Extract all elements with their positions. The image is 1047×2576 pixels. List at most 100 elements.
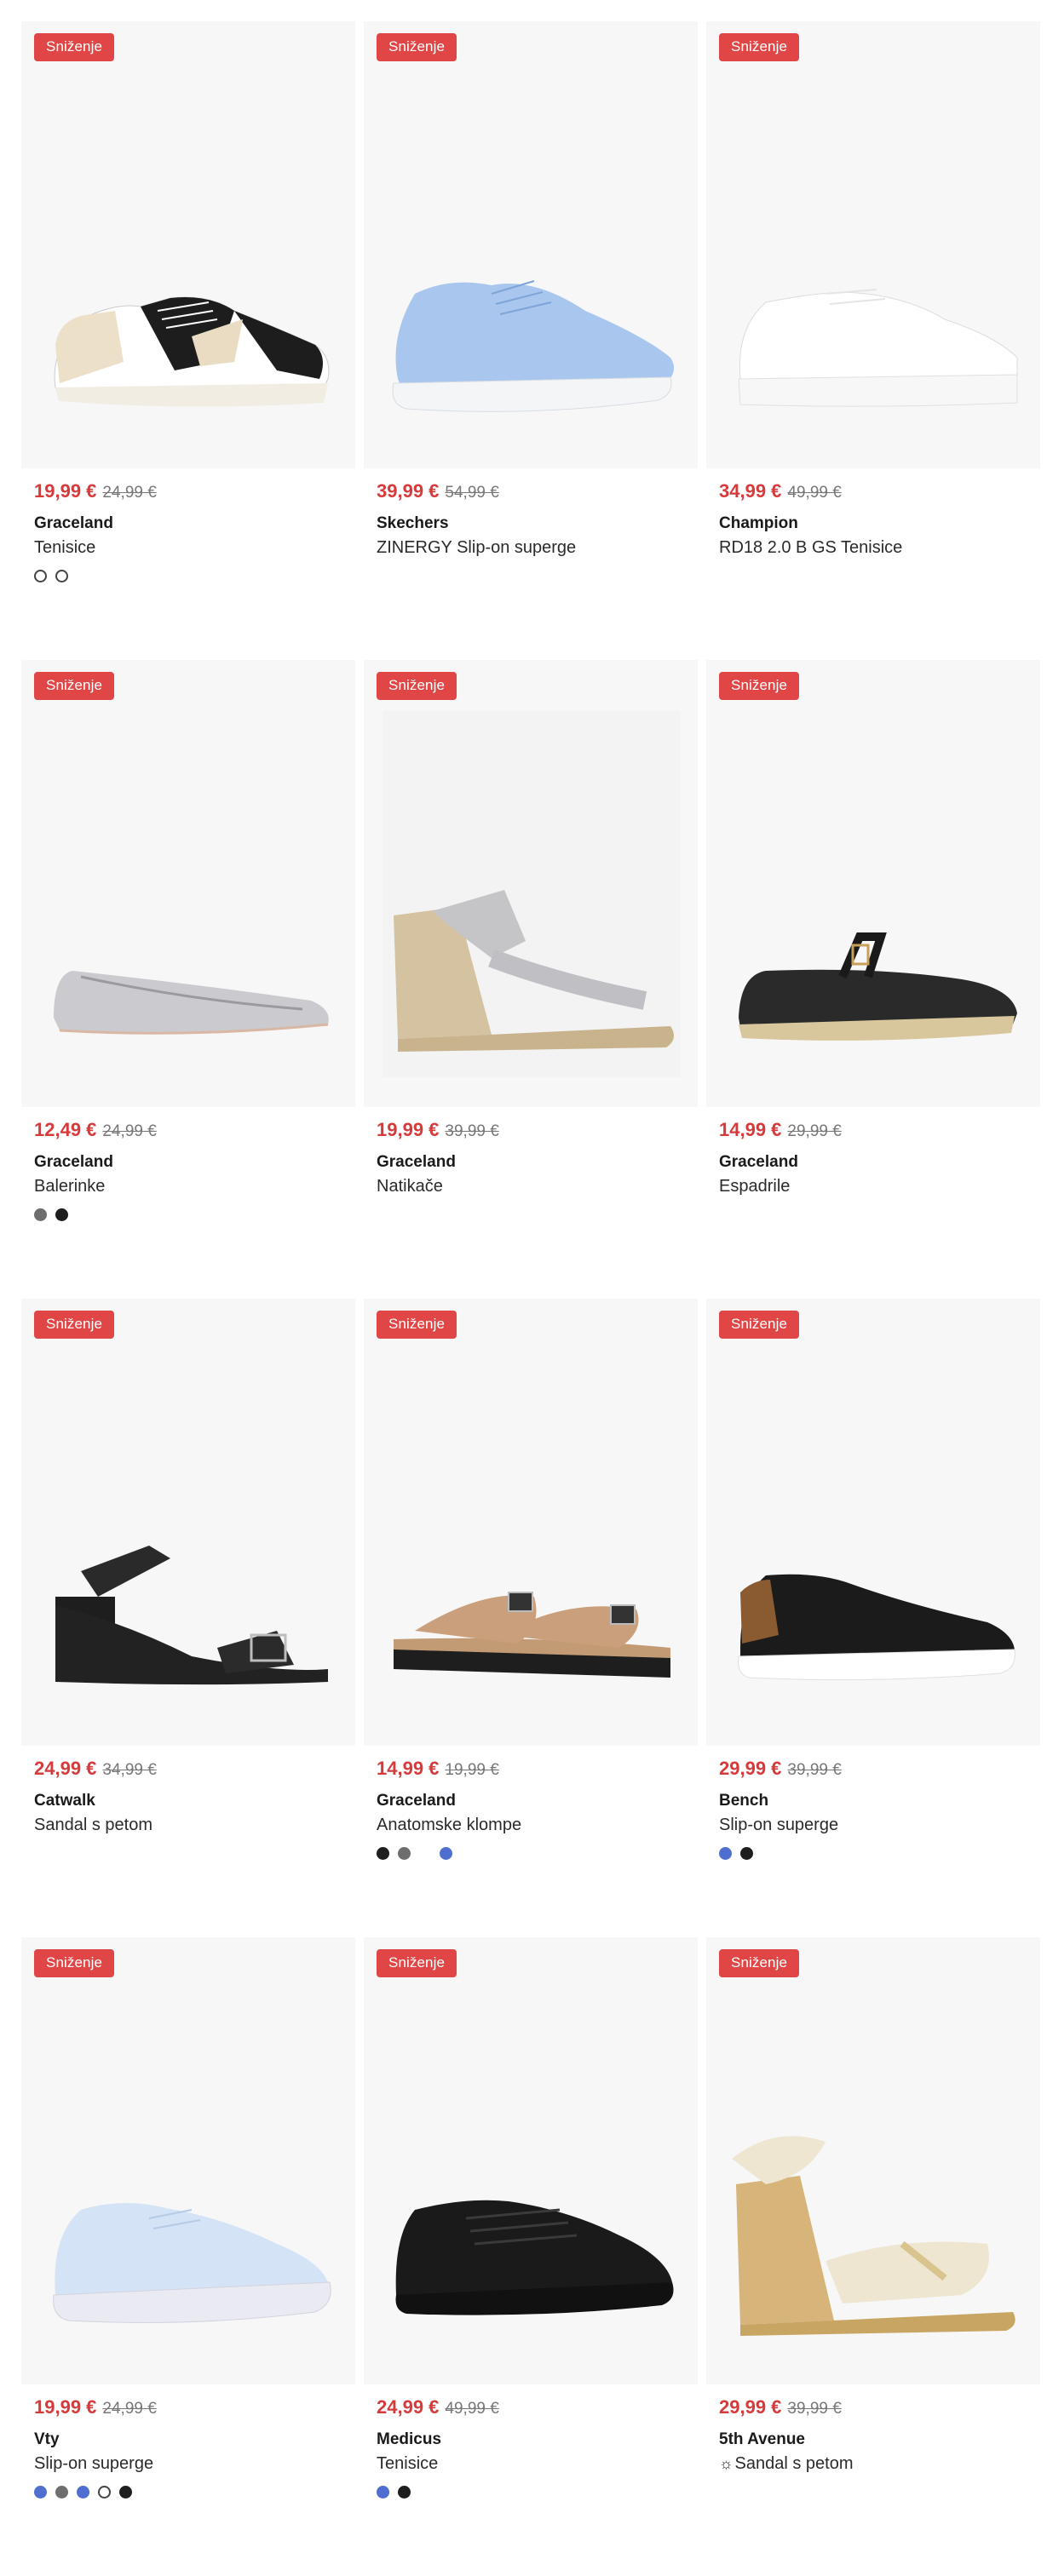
product-name[interactable]: Espadrile	[719, 1177, 1040, 1196]
product-image-area[interactable]: Sniženje	[706, 1937, 1040, 2384]
product-image-area[interactable]: Sniženje	[706, 21, 1040, 468]
color-swatch[interactable]	[440, 1847, 452, 1860]
product-brand: Medicus	[377, 2430, 442, 2448]
color-swatch[interactable]	[740, 1847, 753, 1860]
color-swatches	[34, 570, 355, 582]
product-name[interactable]: Anatomske klompe	[377, 1816, 698, 1835]
product-name-text: Sandal s petom	[734, 2454, 854, 2473]
product-name[interactable]: Slip-on superge	[34, 2454, 355, 2474]
sale-badge: Sniženje	[719, 1949, 800, 1977]
product-brand: Graceland	[34, 514, 113, 532]
color-swatch[interactable]	[98, 2486, 111, 2499]
product-name[interactable]: RD18 2.0 B GS Tenisice	[719, 538, 1040, 558]
product-image-area[interactable]: Sniženje	[706, 660, 1040, 1107]
sale-price: 19,99 €	[377, 1119, 440, 1140]
product-name[interactable]: Balerinke	[34, 1177, 355, 1196]
original-price: 24,99 €	[102, 1122, 157, 1140]
product-image-area[interactable]: Sniženje	[21, 1937, 355, 2384]
sale-price: 14,99 €	[719, 1119, 782, 1140]
sale-badge: Sniženje	[719, 672, 800, 700]
product-image	[392, 280, 674, 412]
sale-badge: Sniženje	[377, 1311, 457, 1339]
sale-price: 24,99 €	[377, 2396, 440, 2418]
product-image	[383, 711, 681, 1077]
color-swatches	[34, 1208, 355, 1221]
original-price: 39,99 €	[445, 1122, 499, 1140]
product-name[interactable]: ZINERGY Slip-on superge	[377, 538, 698, 558]
price-row: 19,99 € 39,99 €	[377, 1119, 698, 1141]
product-image-area[interactable]: Sniženje	[364, 1937, 698, 2384]
color-swatch[interactable]	[55, 1208, 68, 1221]
sale-badge: Sniženje	[377, 1949, 457, 1977]
original-price: 24,99 €	[102, 2400, 157, 2418]
original-price: 34,99 €	[102, 1761, 157, 1779]
original-price: 19,99 €	[445, 1761, 499, 1779]
product-image-area[interactable]: Sniženje	[364, 660, 698, 1107]
product-image-area[interactable]: Sniženje	[21, 1299, 355, 1746]
sale-price: 29,99 €	[719, 2396, 782, 2418]
sale-price: 39,99 €	[377, 480, 440, 502]
sale-price: 19,99 €	[34, 480, 97, 502]
product-card[interactable]: Sniženje 14,99 € 19,99 € Graceland Anato…	[364, 1299, 698, 1937]
color-swatch[interactable]	[719, 1847, 732, 1860]
product-brand: Graceland	[34, 1153, 113, 1171]
sale-price: 19,99 €	[34, 2396, 97, 2418]
product-name[interactable]: Sandal s petom	[34, 1816, 355, 1835]
product-brand: Graceland	[719, 1153, 798, 1171]
color-swatch[interactable]	[77, 2486, 89, 2499]
product-brand: Skechers	[377, 514, 449, 532]
product-name[interactable]: ☼ Sandal s petom	[719, 2454, 1040, 2474]
product-image-area[interactable]: Sniženje	[364, 1299, 698, 1746]
original-price: 29,99 €	[787, 1122, 842, 1140]
sale-price: 24,99 €	[34, 1758, 97, 1779]
sale-badge: Sniženje	[377, 33, 457, 61]
product-card[interactable]: Sniženje 39,99 € 54,99 € Skechers ZINERG…	[364, 21, 698, 660]
product-image-area[interactable]: Sniženje	[706, 1299, 1040, 1746]
color-swatch[interactable]	[34, 2486, 47, 2499]
price-row: 19,99 € 24,99 €	[34, 480, 355, 502]
product-card[interactable]: Sniženje 14,99 € 29,99 € Graceland Espad…	[706, 660, 1040, 1299]
product-card[interactable]: Sniženje 29,99 € 39,99 € Bench Slip-on s…	[706, 1299, 1040, 1937]
product-name[interactable]: Tenisice	[34, 538, 355, 558]
original-price: 49,99 €	[787, 484, 842, 502]
product-image	[53, 2202, 331, 2323]
original-price: 49,99 €	[445, 2400, 499, 2418]
color-swatch[interactable]	[398, 2486, 411, 2499]
product-card[interactable]: Sniženje 24,99 € 34,99 € Catwalk Sandal …	[21, 1299, 355, 1937]
sale-badge: Sniženje	[719, 1311, 800, 1339]
price-row: 29,99 € 39,99 €	[719, 1758, 1040, 1780]
product-card[interactable]: Sniženje 19,99 € 39,99 € Graceland Natik…	[364, 660, 698, 1299]
product-card[interactable]: Sniženje 19,99 € 24,99 € Vty Slip-on sup…	[21, 1937, 355, 2576]
color-swatches	[34, 2486, 355, 2499]
product-card[interactable]: Sniženje 34,99 € 49,99 € Champion RD18 2…	[706, 21, 1040, 660]
product-card[interactable]: Sniženje 29,99 € 39,99 € 5th Avenue ☼ San…	[706, 1937, 1040, 2576]
color-swatch[interactable]	[377, 2486, 389, 2499]
color-swatch[interactable]	[377, 1847, 389, 1860]
product-brand: Catwalk	[34, 1792, 95, 1810]
price-row: 14,99 € 29,99 €	[719, 1119, 1040, 1141]
sale-badge: Sniženje	[34, 672, 115, 700]
price-row: 34,99 € 49,99 €	[719, 480, 1040, 502]
product-image-area[interactable]: Sniženje	[21, 21, 355, 468]
product-image	[732, 2136, 1015, 2336]
color-swatch[interactable]	[34, 570, 47, 582]
price-row: 24,99 € 49,99 €	[377, 2396, 698, 2418]
product-card[interactable]: Sniženje 12,49 € 24,99 € Graceland Baler…	[21, 660, 355, 1299]
product-name[interactable]: Tenisice	[377, 2454, 698, 2474]
color-swatches	[719, 1847, 1040, 1860]
product-image-area[interactable]: Sniženje	[21, 660, 355, 1107]
product-name[interactable]: Natikače	[377, 1177, 698, 1196]
original-price: 24,99 €	[102, 484, 157, 502]
product-image	[738, 1574, 1015, 1681]
product-card[interactable]: Sniženje 24,99 € 49,99 € Medicus Tenisic…	[364, 1937, 698, 2576]
color-swatch[interactable]	[398, 1847, 411, 1860]
sale-price: 34,99 €	[719, 480, 782, 502]
product-image-area[interactable]: Sniženje	[364, 21, 698, 468]
product-image	[394, 1592, 670, 1678]
product-card[interactable]: Sniženje 19,99 € 24,99 € Graceland Tenis…	[21, 21, 355, 660]
color-swatch[interactable]	[55, 570, 68, 582]
color-swatch[interactable]	[119, 2486, 132, 2499]
color-swatch[interactable]	[55, 2486, 68, 2499]
color-swatch[interactable]	[34, 1208, 47, 1221]
product-name[interactable]: Slip-on superge	[719, 1816, 1040, 1835]
